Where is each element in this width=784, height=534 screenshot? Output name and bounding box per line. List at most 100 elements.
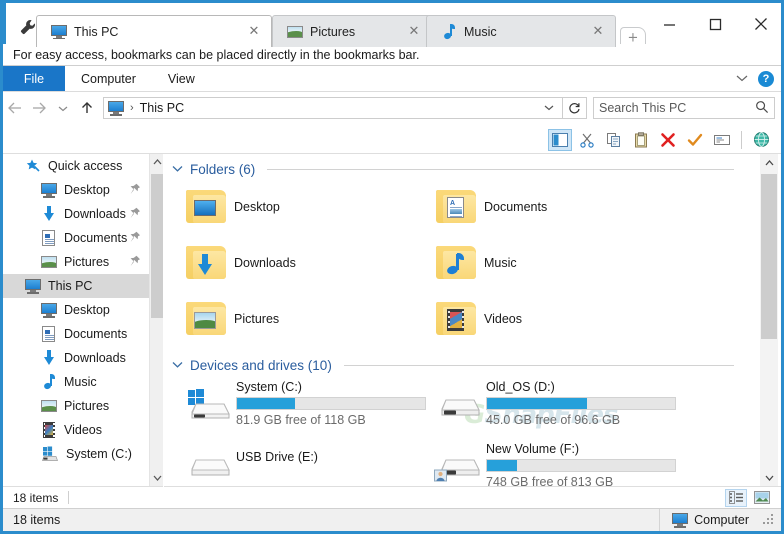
chevron-down-icon[interactable]	[172, 359, 183, 371]
close-icon[interactable]: ✕	[407, 25, 421, 39]
paste-button[interactable]	[629, 129, 653, 151]
sidebar-item-desktop[interactable]: Desktop	[3, 298, 149, 322]
ribbon-tab-computer[interactable]: Computer	[65, 66, 152, 91]
forward-button[interactable]	[27, 95, 51, 121]
delete-button[interactable]	[656, 129, 680, 151]
sidebar-item-documents[interactable]: Documents	[3, 322, 149, 346]
address-input[interactable]: › This PC	[103, 97, 563, 119]
refresh-button[interactable]	[563, 97, 587, 119]
sidebar-item-videos[interactable]: Videos	[3, 418, 149, 442]
confirm-button[interactable]	[683, 129, 707, 151]
drive-tile-system-c[interactable]: System (C:) 81.9 GB free of 118 GB	[184, 380, 428, 427]
group-header-devices[interactable]: Devices and drives (10)	[164, 354, 748, 376]
pin-icon[interactable]	[129, 207, 141, 220]
large-icons-view-button[interactable]	[751, 489, 773, 507]
music-note-icon	[41, 374, 57, 390]
video-icon	[41, 422, 57, 438]
sidebar-item-label: This PC	[48, 279, 93, 293]
scroll-down-icon[interactable]	[760, 469, 778, 486]
sidebar-item-pictures[interactable]: Pictures	[3, 394, 149, 418]
bookmarks-bar[interactable]: For easy access, bookmarks can be placed…	[3, 44, 781, 66]
breadcrumb-path[interactable]: This PC	[140, 101, 184, 115]
sidebar-item-label: Downloads	[64, 207, 126, 221]
drive-tile-new-volume-f[interactable]: New Volume (F:) 748 GB free of 813 GB	[434, 442, 678, 486]
desktop-emblem	[194, 197, 216, 219]
video-emblem	[444, 309, 466, 331]
search-box[interactable]: Search This PC	[593, 97, 775, 119]
file-list-pane[interactable]: GSnapFiles Folders (6) Desktop	[164, 154, 760, 486]
resize-grip-icon[interactable]	[763, 514, 775, 526]
chevron-down-icon[interactable]	[172, 163, 183, 175]
monitor-icon	[672, 512, 689, 528]
recent-locations-button[interactable]	[51, 95, 75, 121]
minimize-button[interactable]	[646, 3, 692, 45]
cut-button[interactable]	[575, 129, 599, 151]
drive-tile-usb-e[interactable]: USB Drive (E:)	[184, 450, 428, 486]
sidebar-scrollbar[interactable]	[149, 154, 163, 486]
pin-icon[interactable]	[129, 255, 141, 268]
ribbon-tab-view[interactable]: View	[152, 66, 211, 91]
drive-usage-fill	[487, 460, 518, 471]
folder-tile-desktop[interactable]: Desktop	[184, 186, 280, 228]
maximize-button[interactable]	[692, 3, 738, 45]
tab-pictures[interactable]: Pictures ✕	[272, 15, 432, 47]
folder-tile-music[interactable]: Music	[434, 242, 517, 284]
folder-tile-downloads[interactable]: Downloads	[184, 242, 296, 284]
picture-emblem	[194, 309, 216, 331]
sidebar-item-downloads-quick[interactable]: Downloads	[3, 202, 149, 226]
scroll-up-icon[interactable]	[150, 154, 164, 170]
pin-icon[interactable]	[129, 183, 141, 196]
tab-this-pc[interactable]: This PC ✕	[36, 15, 272, 47]
scroll-down-icon[interactable]	[150, 470, 164, 486]
close-icon[interactable]: ✕	[591, 25, 605, 39]
details-view-button[interactable]	[725, 488, 747, 507]
rename-button[interactable]	[710, 129, 734, 151]
ribbon-right-controls: ?	[736, 66, 781, 91]
sidebar-item-documents-quick[interactable]: Documents	[3, 226, 149, 250]
document-emblem: A	[444, 197, 466, 219]
folder-tile-pictures[interactable]: Pictures	[184, 298, 279, 340]
up-button[interactable]	[75, 95, 99, 121]
folder-tile-videos[interactable]: Videos	[434, 298, 522, 340]
content-scroll-thumb[interactable]	[761, 174, 777, 339]
sidebar-item-quick-access[interactable]: Quick access	[3, 154, 149, 178]
sidebar-item-music[interactable]: Music	[3, 370, 149, 394]
drive-info: USB Drive (E:)	[236, 450, 428, 464]
copy-button[interactable]	[602, 129, 626, 151]
monitor-icon	[25, 278, 41, 294]
file-menu-button[interactable]: File	[3, 66, 65, 91]
navigation-pane-toggle[interactable]	[548, 128, 572, 151]
chevron-down-icon[interactable]	[544, 103, 558, 114]
sidebar-item-label: Downloads	[64, 351, 126, 365]
sidebar-item-system-c[interactable]: System (C:)	[3, 442, 149, 466]
chevron-down-icon[interactable]	[736, 73, 748, 85]
sidebar-item-downloads[interactable]: Downloads	[3, 346, 149, 370]
sidebar-item-this-pc[interactable]: This PC	[3, 274, 149, 298]
drive-name: Old_OS (D:)	[486, 380, 555, 394]
close-icon[interactable]: ✕	[247, 25, 261, 39]
scroll-up-icon[interactable]	[760, 154, 778, 171]
drive-usage-fill	[487, 398, 587, 409]
group-header-folders[interactable]: Folders (6)	[164, 158, 748, 180]
sidebar-item-pictures-quick[interactable]: Pictures	[3, 250, 149, 274]
drive-usage-fill	[237, 398, 296, 409]
sidebar-item-desktop-quick[interactable]: Desktop	[3, 178, 149, 202]
monitor-icon	[41, 182, 57, 198]
search-icon[interactable]	[755, 100, 769, 117]
document-icon	[41, 326, 57, 342]
plus-icon: +	[627, 30, 639, 45]
navigation-pane[interactable]: Quick access Desktop Downloads Documents…	[3, 154, 149, 486]
folder-tile-documents[interactable]: A Documents	[434, 186, 547, 228]
search-input[interactable]: Search This PC	[599, 101, 755, 115]
globe-icon[interactable]	[749, 129, 773, 151]
drive-tile-old-os-d[interactable]: Old_OS (D:) 45.0 GB free of 96.6 GB	[434, 380, 678, 427]
help-icon[interactable]: ?	[758, 70, 774, 87]
back-button[interactable]	[3, 95, 27, 121]
tab-music[interactable]: Music ✕	[426, 15, 616, 47]
sidebar-scroll-thumb[interactable]	[151, 174, 163, 318]
wrench-icon[interactable]	[18, 17, 38, 37]
picture-icon	[41, 254, 57, 270]
pin-icon[interactable]	[129, 231, 141, 244]
close-button[interactable]	[738, 3, 781, 45]
content-scrollbar[interactable]	[760, 154, 778, 486]
